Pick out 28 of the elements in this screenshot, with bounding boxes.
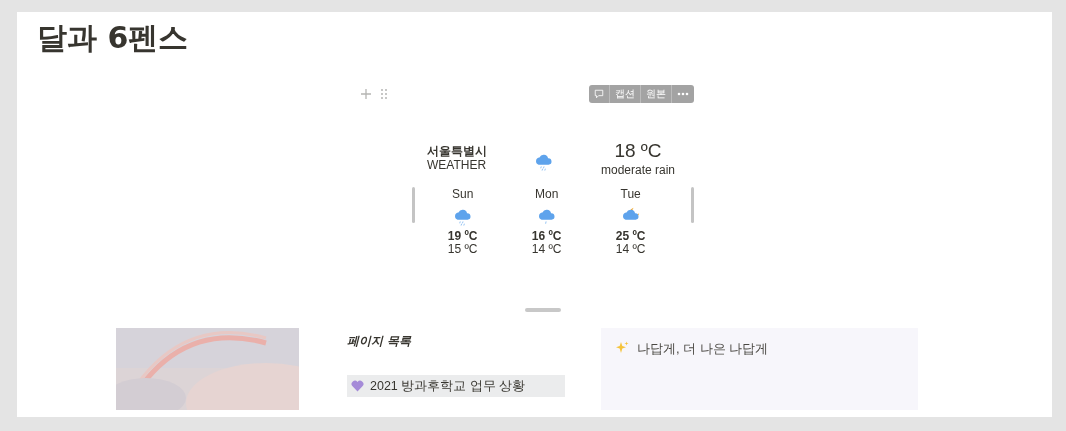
weather-description: moderate rain [599,163,676,177]
day-name: Tue [620,187,641,201]
day-name: Sun [451,187,474,201]
high-temperature: 25 ºC [615,230,646,243]
drag-handle-icon[interactable] [380,88,388,100]
weather-label: WEATHER [427,158,488,172]
low-temperature: 14 ºC [531,243,562,256]
page-link[interactable]: 2021 방과후학교 업무 상황 [347,375,565,397]
high-temperature: 16 ºC [531,230,562,243]
scrollbar[interactable] [691,187,694,223]
scrollbar[interactable] [412,187,415,223]
resize-handle[interactable] [525,308,561,312]
city-name: 서울특별시 [427,144,488,158]
plus-icon[interactable] [360,88,372,100]
toolbar-button[interactable]: 캡션 [610,85,641,103]
toolbar-button[interactable]: 원본 [641,85,672,103]
low-temperature: 14 ºC [615,243,646,256]
heart-icon [351,380,364,392]
section-heading: 페이지 목록 [347,333,413,350]
page-link-title: 2021 방과후학교 업무 상황 [370,377,526,395]
low-temperature: 15 ºC [447,243,478,256]
callout-text: 나답게, 더 나은 나답게 [637,340,769,358]
day-name: Mon [534,187,559,201]
high-temperature: 19 ºC [447,230,478,243]
more-icon [677,92,689,96]
page-title: 달과 6펜스 [36,19,190,57]
current-temperature: 18 ºC [613,139,663,163]
speech-bubble-icon [594,89,604,99]
